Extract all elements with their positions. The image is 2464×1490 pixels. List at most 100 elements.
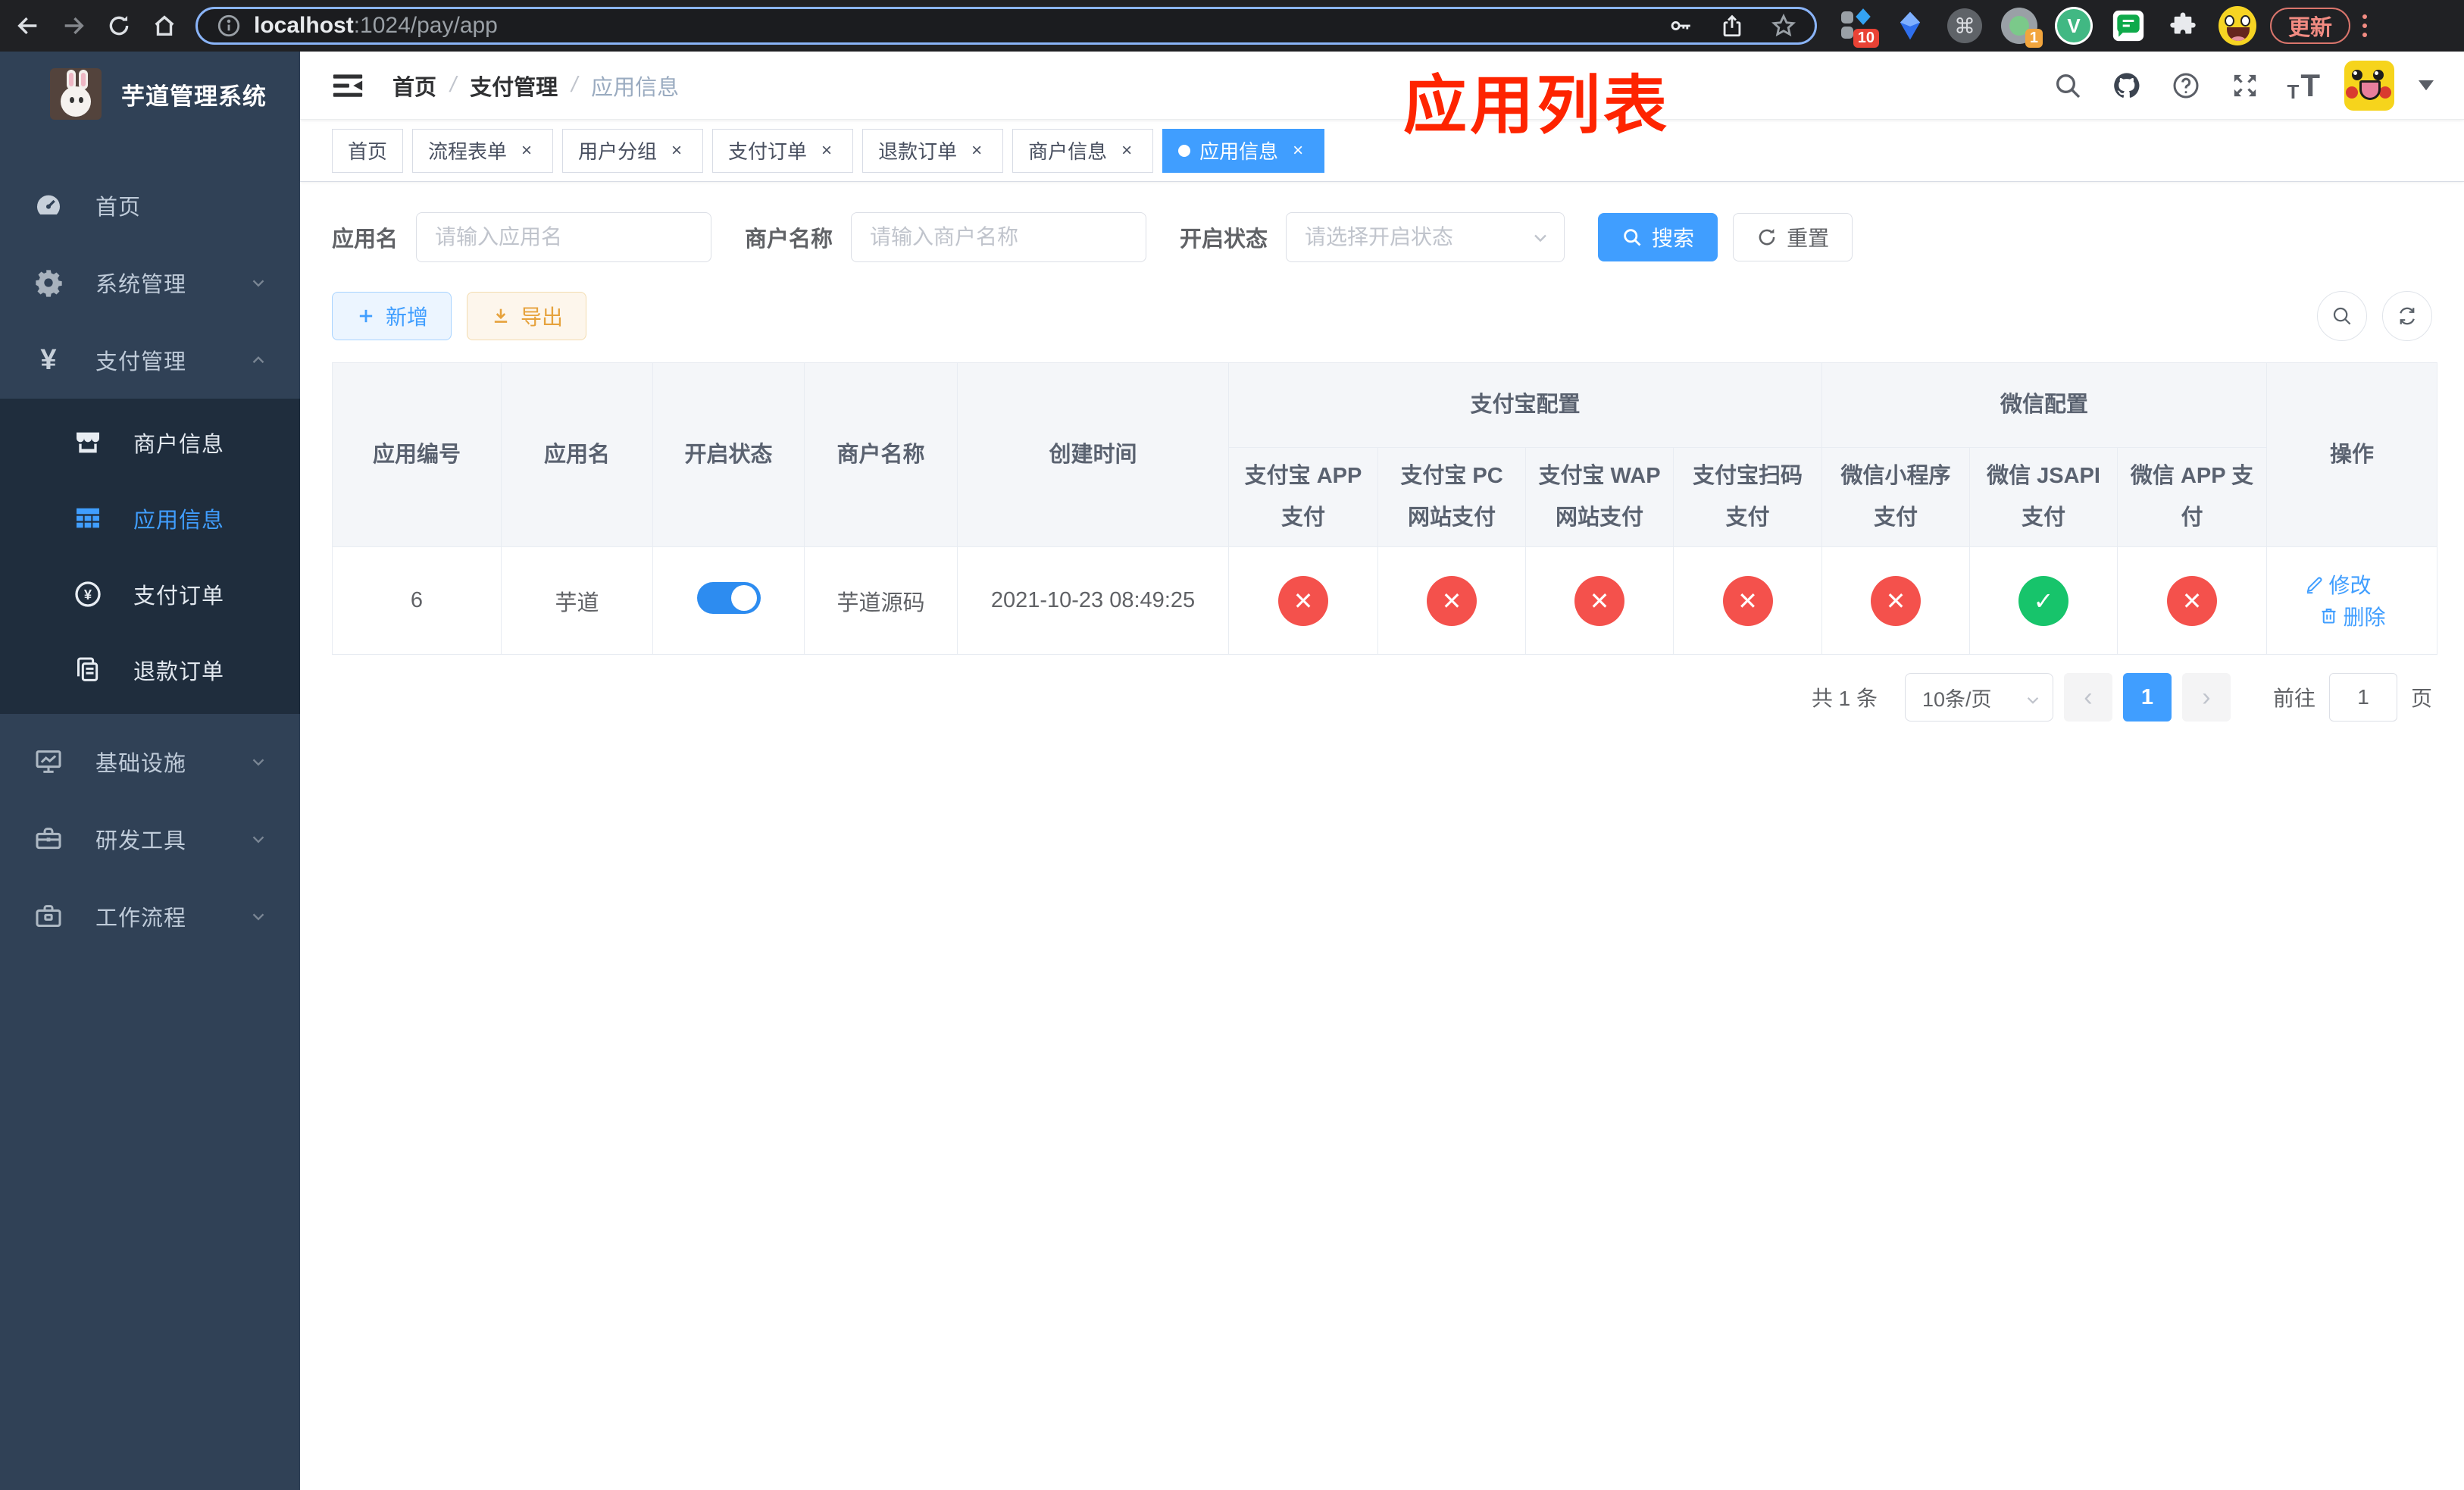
plus-icon <box>359 309 373 323</box>
extension-chat-icon[interactable] <box>2109 7 2147 45</box>
dashboard-gauge-icon <box>33 190 64 221</box>
tag-merchant-info[interactable]: 商户信息 <box>1012 128 1154 173</box>
channel-status-alipay-wap <box>1574 575 1624 626</box>
chevron-down-icon <box>249 829 268 849</box>
app-name-label: 应用名 <box>332 227 399 252</box>
edit-row-button[interactable]: 修改 <box>2304 569 2372 599</box>
app-title: 芋道管理系统 <box>121 83 267 110</box>
status-label: 开启状态 <box>1180 227 1268 252</box>
payment-submenu: 商户信息 应用信息 ¥ 支付订单 退款订单 <box>0 399 300 714</box>
page-info-icon[interactable] <box>216 13 242 39</box>
status-toggle[interactable] <box>696 581 761 614</box>
col-header-wx-mini: 微信小程序支付 <box>1821 446 1971 548</box>
saved-passwords-key-icon[interactable] <box>1668 13 1693 39</box>
close-tab-icon[interactable] <box>1287 140 1309 161</box>
close-tab-icon[interactable] <box>816 140 837 161</box>
merchant-name-label: 商户名称 <box>745 227 833 252</box>
fullscreen-icon[interactable] <box>2228 68 2262 103</box>
page-content: 应用名 商户名称 开启状态 <box>300 182 2464 1490</box>
cell-app-name: 芋道 <box>501 546 653 656</box>
app-name-input[interactable] <box>416 212 712 262</box>
header-search-icon[interactable] <box>2050 68 2085 103</box>
svg-text:¥: ¥ <box>84 587 92 603</box>
documents-icon <box>73 655 103 685</box>
sidebar-item-refund-orders[interactable]: 退款订单 <box>0 632 300 708</box>
bookmark-star-icon[interactable] <box>1771 13 1796 39</box>
github-icon[interactable] <box>2109 68 2144 103</box>
navbar-tools: TT <box>2050 60 2434 111</box>
sidebar-item-app-info[interactable]: 应用信息 <box>0 480 300 556</box>
navbar: 首页 / 支付管理 / 应用信息 应用列表 T T <box>300 52 2464 141</box>
page-size-select[interactable] <box>1904 673 2053 722</box>
browser-forward-icon[interactable] <box>56 8 91 43</box>
docs-help-icon[interactable] <box>2169 68 2203 103</box>
close-tab-icon[interactable] <box>516 140 537 161</box>
tag-pay-orders[interactable]: 支付订单 <box>712 128 854 173</box>
tag-app-info[interactable]: 应用信息 <box>1162 128 1325 173</box>
next-page-button[interactable]: › <box>2181 673 2231 722</box>
cell-merchant: 芋道源码 <box>804 546 958 656</box>
tag-refund-orders[interactable]: 退款订单 <box>862 128 1004 173</box>
reset-button[interactable]: 重置 <box>1733 213 1853 261</box>
sidebar-collapse-icon[interactable] <box>330 68 365 103</box>
address-bar[interactable]: localhost:1024/pay/app <box>195 7 1817 45</box>
avatar-caret-down-icon[interactable] <box>2419 80 2434 91</box>
sidebar-item-system[interactable]: 系统管理 <box>0 244 300 321</box>
tag-home[interactable]: 首页 <box>332 128 404 173</box>
merchant-name-input[interactable] <box>851 212 1147 262</box>
close-tab-icon[interactable] <box>666 140 687 161</box>
sidebar-item-pay-orders[interactable]: ¥ 支付订单 <box>0 556 300 632</box>
tag-process-form[interactable]: 流程表单 <box>412 128 554 173</box>
col-header-alipay-pc: 支付宝 PC 网站支付 <box>1377 446 1526 548</box>
sidebar-item-home[interactable]: 首页 <box>0 167 300 244</box>
browser-home-icon[interactable] <box>147 8 182 43</box>
browser-menu-icon[interactable] <box>2362 14 2368 37</box>
extension-profile-icon[interactable]: 1 <box>2000 7 2043 48</box>
goto-page-input[interactable] <box>2328 673 2397 722</box>
add-button[interactable]: 新增 <box>332 292 452 340</box>
search-button[interactable]: 搜索 <box>1598 213 1718 261</box>
prev-page-button[interactable]: ‹ <box>2063 673 2112 722</box>
chevron-down-icon <box>249 752 268 772</box>
col-header-actions: 操作 <box>2266 362 2438 548</box>
chevron-up-icon <box>249 350 268 370</box>
breadcrumb-payment[interactable]: 支付管理 <box>470 70 558 102</box>
extension-command-icon[interactable]: ⌘ <box>1946 7 1984 45</box>
close-tab-icon[interactable] <box>966 140 987 161</box>
sidebar-item-merchant-info[interactable]: 商户信息 <box>0 405 300 480</box>
delete-row-button[interactable]: 删除 <box>2319 601 2386 631</box>
extensions-puzzle-icon[interactable] <box>2164 7 2202 45</box>
pencil-icon <box>2306 577 2322 593</box>
page-number-1[interactable]: 1 <box>2122 673 2172 722</box>
extension-blocks-icon[interactable]: 10 <box>1837 7 1879 48</box>
export-button[interactable]: 导出 <box>467 292 587 340</box>
storefront-icon <box>73 427 103 458</box>
sidebar-item-workflow[interactable]: 工作流程 <box>0 878 300 955</box>
app-logo-row[interactable]: 芋道管理系统 <box>0 52 300 136</box>
browser-toolbar: localhost:1024/pay/app 10 ⌘ 1 V 更新 <box>0 0 2464 52</box>
browser-back-icon[interactable] <box>11 8 45 43</box>
toggle-search-button[interactable] <box>2317 291 2367 341</box>
font-size-icon[interactable]: TT <box>2287 69 2320 102</box>
extension-gem-icon[interactable] <box>1891 7 1929 45</box>
breadcrumb-separator: / <box>450 73 457 97</box>
close-tab-icon[interactable] <box>1116 140 1137 161</box>
col-header-status: 开启状态 <box>652 362 805 548</box>
extension-emoji-icon[interactable] <box>2219 6 2256 45</box>
breadcrumb-home[interactable]: 首页 <box>392 70 436 102</box>
col-header-wx-jsapi: 微信 JSAPI 支付 <box>1969 446 2118 548</box>
download-icon <box>494 308 508 323</box>
monitor-icon <box>33 747 64 777</box>
page-annotation-title: 应用列表 <box>1403 70 1671 141</box>
sidebar-item-dev-tools[interactable]: 研发工具 <box>0 800 300 878</box>
sidebar-item-infrastructure[interactable]: 基础设施 <box>0 723 300 800</box>
refresh-table-button[interactable] <box>2382 291 2432 341</box>
browser-reload-icon[interactable] <box>102 8 136 43</box>
status-select[interactable] <box>1286 212 1565 262</box>
user-avatar[interactable] <box>2344 60 2394 111</box>
tag-user-group[interactable]: 用户分组 <box>562 128 704 173</box>
browser-update-button[interactable]: 更新 <box>2270 8 2351 44</box>
sidebar-item-payment[interactable]: ¥ 支付管理 <box>0 321 300 399</box>
extension-vue-devtools-icon[interactable]: V <box>2055 7 2093 45</box>
share-icon[interactable] <box>1719 13 1745 39</box>
